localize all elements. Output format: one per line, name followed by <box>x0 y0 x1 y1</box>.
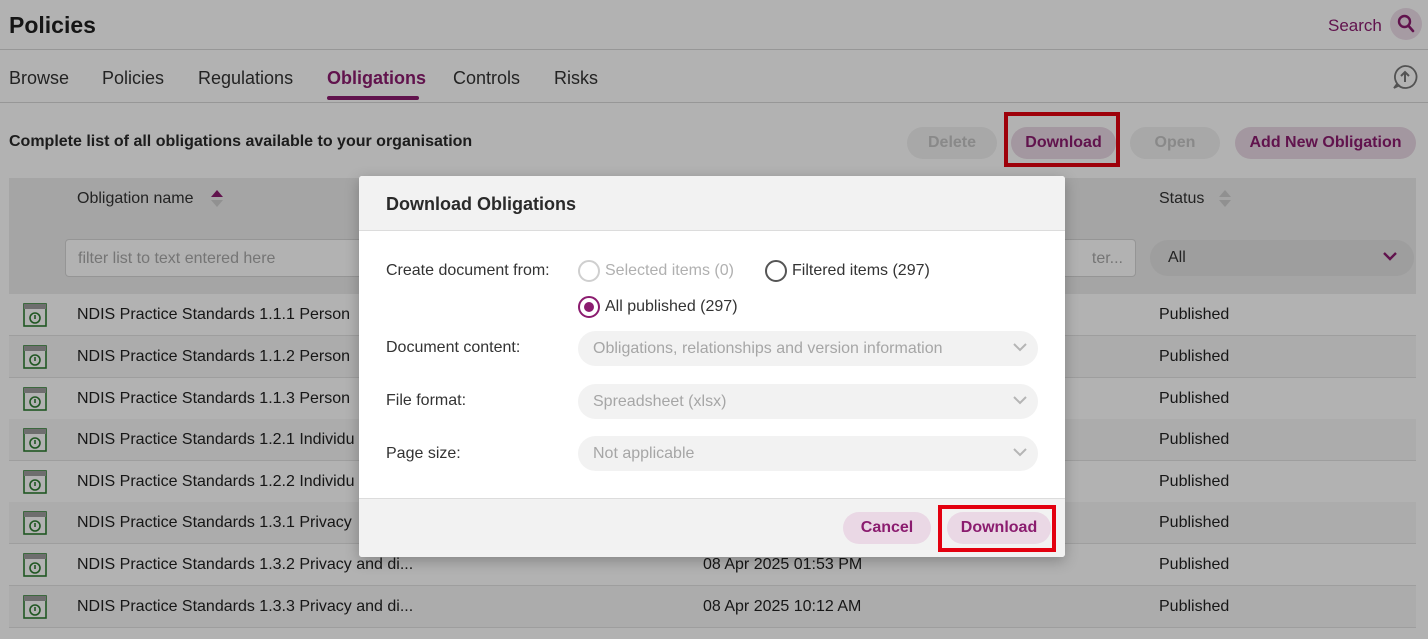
radio-all-published[interactable] <box>578 296 600 318</box>
cancel-button[interactable]: Cancel <box>843 512 931 544</box>
radio-filtered-items[interactable] <box>765 260 787 282</box>
radio-all-published-label: All published (297) <box>605 298 738 315</box>
chevron-down-icon <box>1013 448 1027 457</box>
highlight-box <box>938 505 1056 552</box>
document-content-select[interactable]: Obligations, relationships and version i… <box>578 331 1038 366</box>
dialog-title: Download Obligations <box>386 194 576 214</box>
radio-selected-items-label: Selected items (0) <box>605 262 734 279</box>
download-dialog: Download Obligations Create document fro… <box>359 176 1065 557</box>
radio-filtered-items-label: Filtered items (297) <box>792 262 930 279</box>
create-from-label: Create document from: <box>386 262 550 279</box>
radio-selected-items[interactable] <box>578 260 600 282</box>
page-size-value: Not applicable <box>593 445 695 462</box>
chevron-down-icon <box>1013 396 1027 405</box>
dialog-header: Download Obligations <box>359 176 1065 231</box>
file-format-select[interactable]: Spreadsheet (xlsx) <box>578 384 1038 419</box>
file-format-value: Spreadsheet (xlsx) <box>593 393 727 410</box>
document-content-label: Document content: <box>386 339 521 356</box>
page-size-label: Page size: <box>386 445 461 462</box>
file-format-label: File format: <box>386 392 467 409</box>
document-content-value: Obligations, relationships and version i… <box>593 340 943 357</box>
page-size-select[interactable]: Not applicable <box>578 436 1038 471</box>
app-root: Policies Search Browse Policies Regulati… <box>0 0 1428 639</box>
chevron-down-icon <box>1013 343 1027 352</box>
